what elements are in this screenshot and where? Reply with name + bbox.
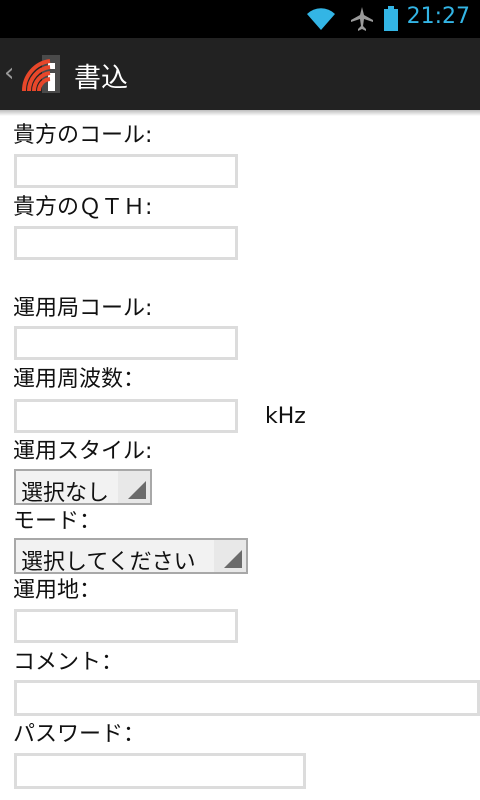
your-call-input[interactable] (14, 154, 238, 188)
location-input[interactable] (14, 609, 238, 643)
screen-title: 書込 (74, 63, 128, 94)
action-bar: ‹ 書込 (0, 38, 480, 110)
station-call-input[interactable] (14, 326, 238, 360)
wifi-icon (305, 6, 337, 36)
status-time: 21:27 (406, 4, 470, 29)
comment-input[interactable] (14, 680, 480, 716)
mode-select[interactable]: 選択してください (14, 538, 248, 575)
frequency-input[interactable] (14, 399, 238, 433)
dropdown-arrow-icon (214, 540, 246, 572)
app-logo-icon[interactable] (20, 51, 66, 97)
location-label: 運用地： (13, 578, 102, 603)
style-select[interactable]: 選択なし (14, 469, 152, 506)
status-bar: 21:27 (0, 0, 480, 38)
your-qth-label: 貴方のＱＴＨ: (13, 195, 153, 220)
style-selected-value: 選択なし (21, 481, 110, 506)
action-bar-shadow (0, 110, 480, 116)
frequency-unit: kHz (265, 404, 306, 429)
battery-icon (383, 6, 399, 36)
mode-label: モード： (13, 509, 102, 534)
station-call-label: 運用局コール: (13, 296, 153, 321)
mode-selected-value: 選択してください (21, 550, 196, 575)
dropdown-arrow-icon (118, 471, 150, 503)
style-label: 運用スタイル: (13, 439, 153, 464)
your-call-label: 貴方のコール: (13, 123, 153, 148)
airplane-mode-icon (350, 6, 374, 36)
password-input[interactable] (14, 753, 306, 789)
comment-label: コメント： (13, 650, 124, 675)
frequency-label: 運用周波数： (13, 367, 146, 392)
your-qth-input[interactable] (14, 226, 238, 260)
password-label: パスワード： (13, 722, 146, 747)
back-chevron-icon[interactable]: ‹ (4, 58, 14, 88)
